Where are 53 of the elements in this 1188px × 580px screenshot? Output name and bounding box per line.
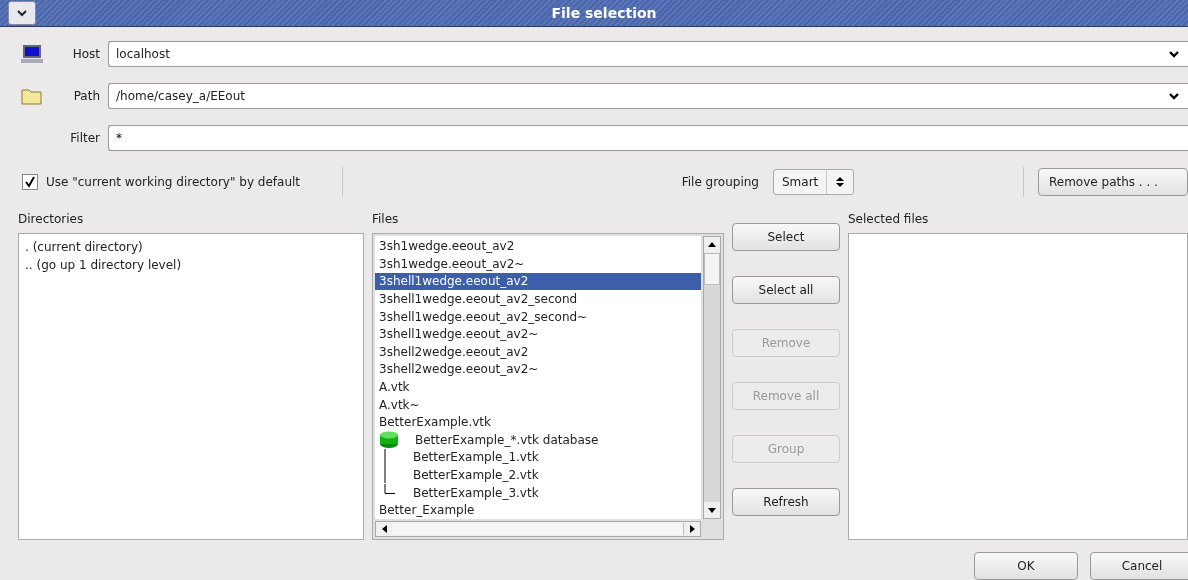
file-item[interactable]: 3sh1wedge.eeout_av2 — [375, 237, 701, 256]
filter-field[interactable]: * — [108, 125, 1188, 152]
file-item[interactable]: 3sh1wedge.eeout_av2~ — [375, 255, 701, 273]
window-title: File selection — [550, 5, 658, 22]
checkbox[interactable] — [22, 173, 38, 190]
file-item[interactable]: Better_Example — [375, 501, 701, 519]
action-button[interactable]: Select all — [732, 275, 840, 304]
vertical-scrollbar[interactable] — [703, 235, 721, 519]
dialog-button[interactable]: Cancel — [1090, 552, 1188, 580]
directory-item[interactable]: . (current directory) — [19, 237, 363, 256]
right-arrow-icon — [689, 525, 695, 533]
chevron-icon — [1168, 50, 1180, 59]
directories-label: Directories — [18, 210, 85, 228]
file-item[interactable]: 3shell2wedge.eeout_av2 — [375, 343, 701, 361]
file-item[interactable]: BetterExample_2.vtk — [375, 466, 701, 484]
selected-files-label: Selected files — [848, 210, 930, 228]
window-menu-button[interactable] — [8, 1, 36, 26]
up-arrow-icon — [708, 242, 716, 247]
chevron-icon — [1168, 92, 1180, 101]
host-label: Host — [71, 47, 101, 62]
action-button[interactable]: Select — [732, 222, 840, 251]
file-item[interactable]: BetterExample_*.vtk database — [375, 431, 701, 449]
computer-icon — [20, 44, 44, 65]
file-item[interactable]: BetterExample_3.vtk — [375, 483, 701, 502]
filter-label: Filter — [69, 131, 101, 146]
horizontal-scrollbar[interactable] — [375, 521, 701, 537]
down-arrow-icon — [708, 507, 716, 513]
file-item[interactable]: BetterExample_1.vtk — [375, 448, 701, 467]
file-item[interactable]: A.vtk~ — [375, 395, 701, 414]
path-combo[interactable]: /home/casey_a/EEout — [108, 83, 1188, 110]
host-combo[interactable]: localhost — [108, 41, 1188, 68]
file-item[interactable]: 3shell2wedge.eeout_av2~ — [375, 360, 701, 379]
file-item[interactable]: A.vtk — [375, 378, 701, 396]
directory-item[interactable]: .. (go up 1 directory level) — [19, 255, 363, 274]
file-grouping-label: File grouping — [681, 174, 759, 189]
file-item[interactable]: 3shell1wedge.eeout_av2 — [375, 272, 701, 291]
file-item[interactable]: 3shell1wedge.eeout_av2~ — [375, 325, 701, 344]
database-icon — [379, 430, 399, 449]
file-item[interactable]: BetterExample.vtk — [375, 413, 701, 432]
chevron-icon — [16, 9, 28, 18]
up-down-icon — [835, 175, 846, 188]
dialog-button[interactable]: OK — [974, 552, 1078, 580]
file-grouping-select[interactable]: Smart — [773, 168, 855, 195]
path-label: Path — [72, 89, 101, 104]
scroll-thumb[interactable] — [704, 252, 720, 285]
folder-icon — [20, 86, 44, 107]
file-item[interactable]: 3shell1wedge.eeout_av2_second — [375, 290, 701, 308]
file-item[interactable]: 3shell1wedge.eeout_av2_second~ — [375, 307, 701, 326]
files-label: Files — [372, 210, 400, 228]
action-button[interactable]: Refresh — [732, 487, 840, 516]
remove-paths-button[interactable]: Remove paths . . . — [1038, 167, 1188, 196]
use-cwd-checkbox[interactable]: Use "current working directory" by default — [22, 173, 342, 190]
left-arrow-icon — [381, 525, 387, 533]
